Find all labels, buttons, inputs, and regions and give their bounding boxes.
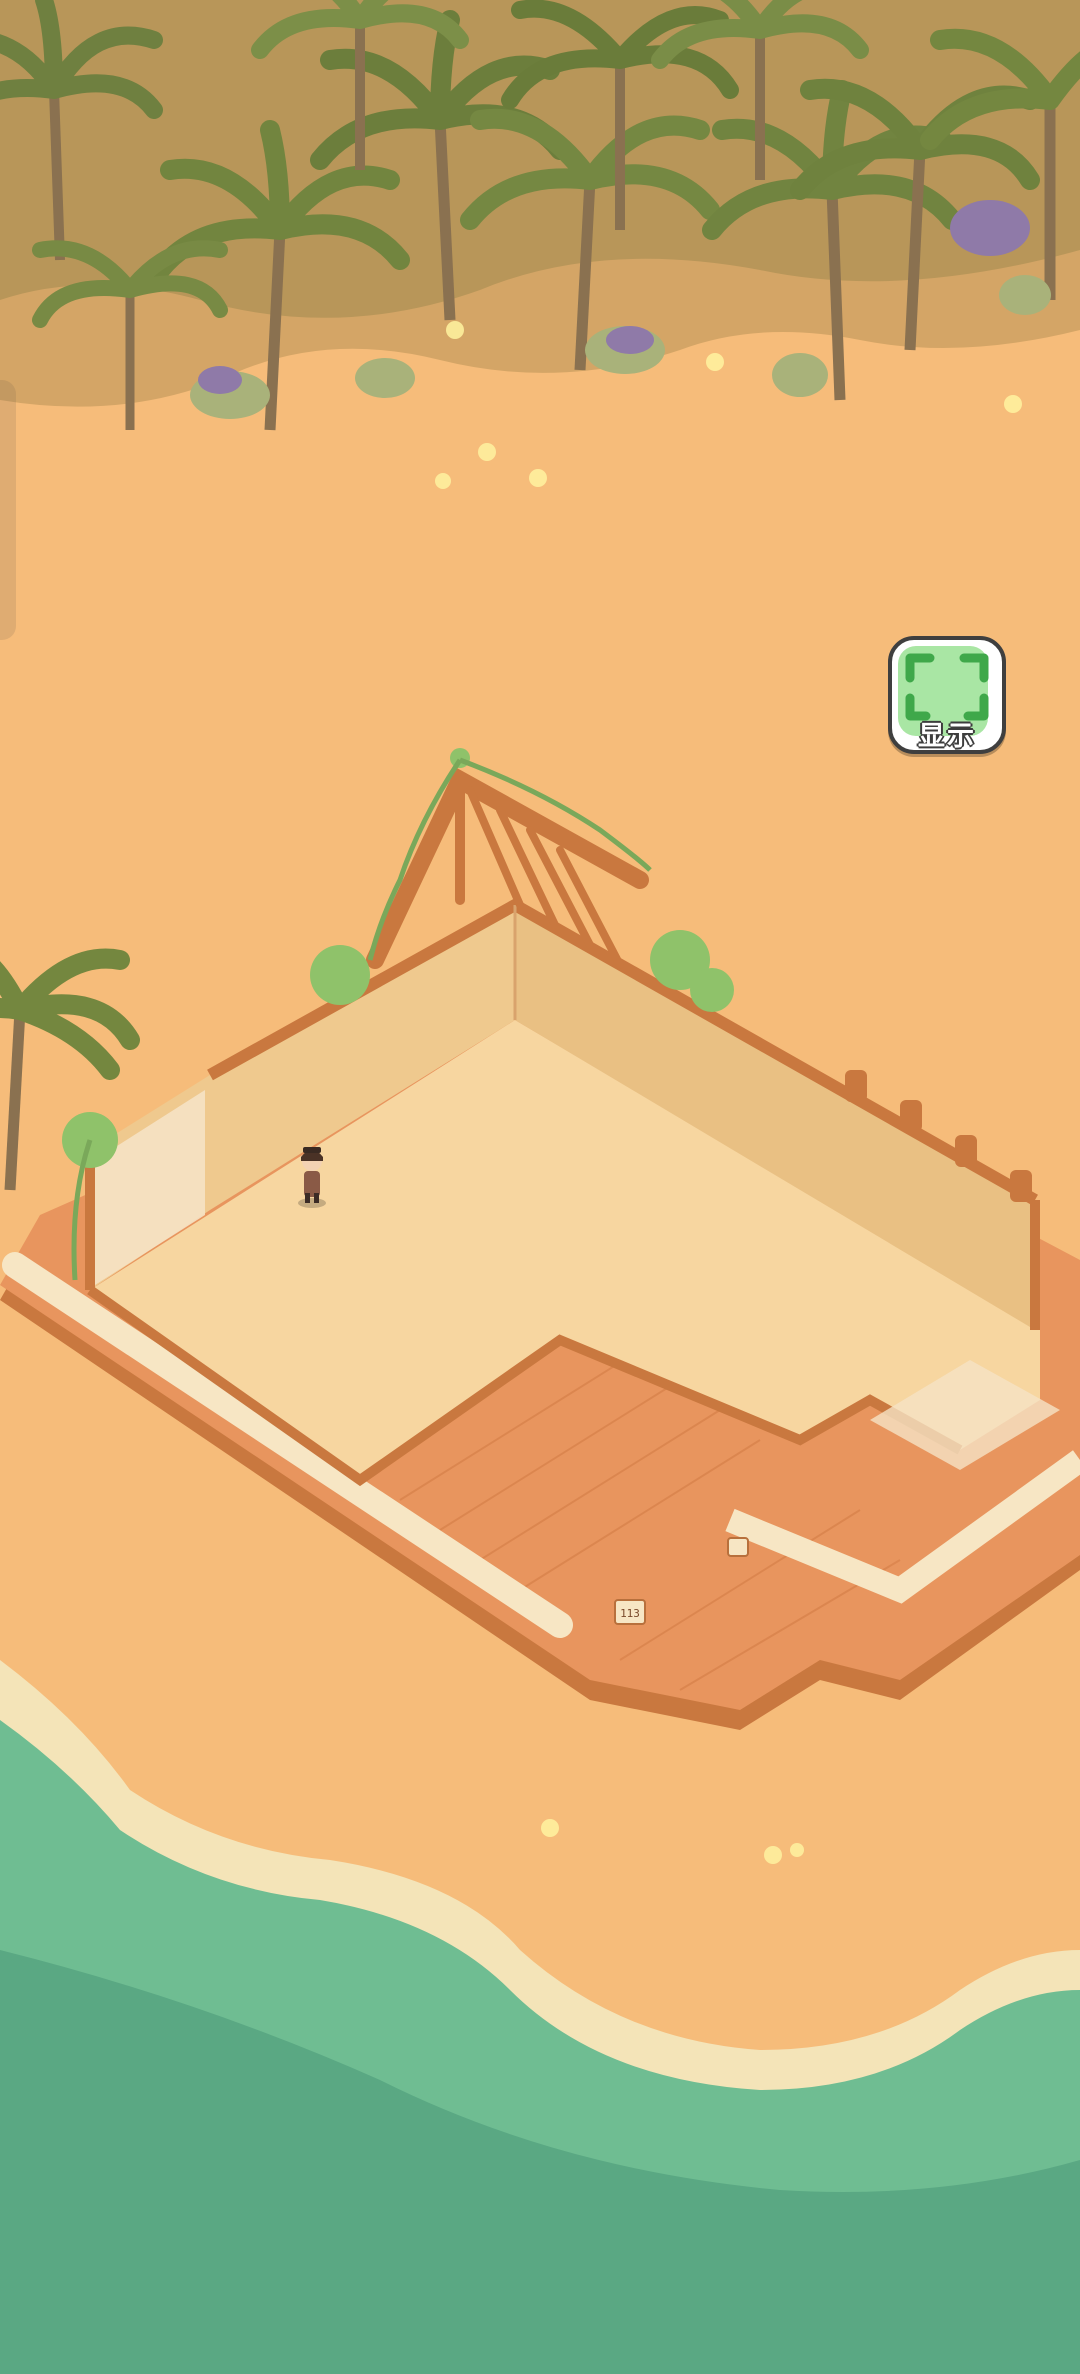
side-drawer-handle[interactable] <box>0 380 16 640</box>
deck-sign: 113 <box>614 1599 646 1625</box>
game-stage: 113 显示 <box>0 0 1080 2374</box>
display-button-label: 显示 <box>917 720 976 753</box>
deck-sign-code: 113 <box>620 1607 640 1620</box>
display-toggle-button[interactable]: 显示 <box>888 636 1006 760</box>
deck-sign <box>727 1537 749 1557</box>
game-world[interactable]: 113 <box>0 0 1080 2374</box>
